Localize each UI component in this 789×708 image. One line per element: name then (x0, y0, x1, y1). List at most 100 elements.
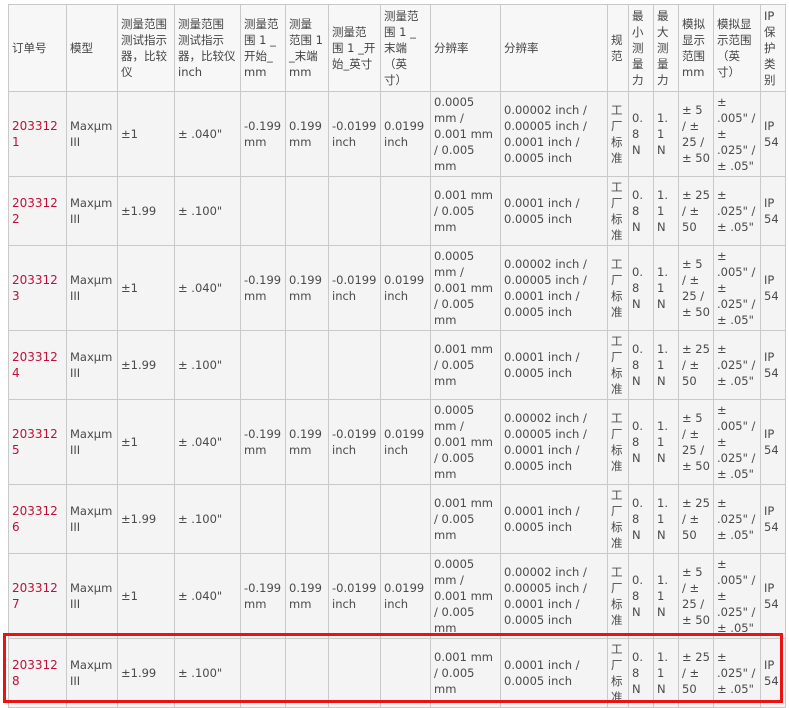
cell-model: Maxµm III (66, 553, 118, 639)
header-ip-class[interactable]: IP 保 护 类 别 (760, 4, 786, 92)
order-number-link[interactable]: 2033125 (8, 399, 67, 485)
cell-resolution-mm: 0.0005 mm / 0.001 mm / 0.005 mm (430, 553, 501, 639)
order-number-link[interactable]: 2033123 (8, 245, 67, 331)
cell-range1-end-inch (380, 176, 431, 246)
header-model[interactable]: 模型 (66, 4, 118, 92)
order-number-link[interactable]: 2033128 (8, 638, 67, 708)
cell-min-force: 0.8 N (628, 245, 654, 331)
table-row[interactable]: 2033121 Maxµm III ±1 ± .040" -0.199 mm 0… (8, 91, 786, 177)
cell-max-force: 1.1 N (653, 399, 679, 485)
order-number-link[interactable]: 2033121 (8, 91, 67, 177)
cell-model: Maxµm III (66, 638, 118, 708)
cell-analog-range-inch: ± .025" / ± .05" (713, 176, 761, 246)
cell-range-inch: ± .040" (174, 553, 241, 639)
header-range1-end-mm[interactable]: 测量 范围 1 _末端 mm (285, 4, 329, 92)
cell-resolution-mm: 0.0005 mm / 0.001 mm / 0.005 mm (430, 399, 501, 485)
cell-range1-end-mm: 0.199 mm (285, 91, 329, 177)
header-range-inch[interactable]: 测量范围 测试指示器，比较仪 inch (174, 4, 241, 92)
cell-analog-range-inch: ± .025" / ± .05" (713, 330, 761, 400)
header-resolution-mm[interactable]: 分辨率 (430, 4, 501, 92)
cell-min-force: 0.8 N (628, 553, 654, 639)
cell-range1-end-mm: 0.199 mm (285, 245, 329, 331)
cell-range1-end-mm (285, 484, 329, 554)
header-max-force[interactable]: 最 大 测 量 力 (653, 4, 679, 92)
cell-min-force: 0.8 N (628, 176, 654, 246)
cell-range1-end-inch: 0.0199 inch (380, 399, 431, 485)
cell-max-force: 1.1 N (653, 484, 679, 554)
header-range-mm[interactable]: 测量范围 测试指示器，比较仪 (117, 4, 175, 92)
cell-range-inch: ± .100" (174, 176, 241, 246)
cell-range-mm: ±1 (117, 91, 175, 177)
cell-range1-start-inch: -0.0199 inch (328, 245, 381, 331)
header-analog-range-inch[interactable]: 模拟显 示范围 （英 寸） (713, 4, 761, 92)
cell-analog-range-mm: ± 25 / ± 50 (678, 638, 714, 708)
cell-range-inch: ± .100" (174, 638, 241, 708)
cell-resolution-mm: 0.001 mm / 0.005 mm (430, 330, 501, 400)
order-number-link[interactable]: 2033126 (8, 484, 67, 554)
cell-range1-start-inch: -0.0199 inch (328, 553, 381, 639)
header-resolution-inch[interactable]: 分辨率 (500, 4, 608, 92)
cell-spec: 工厂标准 (607, 638, 629, 708)
header-range1-start-mm[interactable]: 测量范 围 1 _开始_ mm (240, 4, 286, 92)
cell-resolution-inch: 0.00002 inch / 0.00005 inch / 0.0001 inc… (500, 245, 608, 331)
cell-range-mm: ±1.99 (117, 638, 175, 708)
cell-resolution-inch: 0.00002 inch / 0.00005 inch / 0.0001 inc… (500, 399, 608, 485)
cell-range1-end-inch (380, 330, 431, 400)
cell-spec: 工厂标准 (607, 245, 629, 331)
header-range1-start-inch[interactable]: 测量范 围 1 _开 始_英寸 (328, 4, 381, 92)
cell-range-mm: ±1.99 (117, 176, 175, 246)
cell-range1-start-inch (328, 638, 381, 708)
cell-model: Maxµm III (66, 245, 118, 331)
cell-max-force: 1.1 N (653, 176, 679, 246)
cell-range1-end-inch (380, 638, 431, 708)
cell-max-force: 1.1 N (653, 638, 679, 708)
cell-range1-start-mm (240, 484, 286, 554)
cell-ip-class: IP 54 (760, 176, 786, 246)
table-row[interactable]: 2033127 Maxµm III ±1 ± .040" -0.199 mm 0… (8, 553, 786, 639)
cell-analog-range-inch: ± .025" / ± .05" (713, 638, 761, 708)
header-range1-end-inch[interactable]: 测量范 围 1 _ 末端 （英 寸） (380, 4, 431, 92)
cell-min-force: 0.8 N (628, 330, 654, 400)
cell-range1-start-mm: -0.199 mm (240, 399, 286, 485)
cell-min-force: 0.8 N (628, 638, 654, 708)
cell-resolution-inch: 0.0001 inch / 0.0005 inch (500, 330, 608, 400)
cell-resolution-mm: 0.0005 mm / 0.001 mm / 0.005 mm (430, 91, 501, 177)
cell-analog-range-mm: ± 25 / ± 50 (678, 176, 714, 246)
cell-analog-range-inch: ± .005" / ± .025" / ± .05" (713, 245, 761, 331)
product-spec-table: 订单号 模型 测量范围 测试指示器，比较仪 测量范围 测试指示器，比较仪 inc… (8, 4, 786, 708)
table-row[interactable]: 2033122 Maxµm III ±1.99 ± .100" 0.001 mm… (8, 176, 786, 246)
cell-range-mm: ±1 (117, 245, 175, 331)
cell-analog-range-inch: ± .005" / ± .025" / ± .05" (713, 91, 761, 177)
cell-range1-end-inch: 0.0199 inch (380, 91, 431, 177)
order-number-link[interactable]: 2033124 (8, 330, 67, 400)
cell-range1-start-inch (328, 484, 381, 554)
order-number-link[interactable]: 2033122 (8, 176, 67, 246)
cell-max-force: 1.1 N (653, 245, 679, 331)
header-spec[interactable]: 规 范 (607, 4, 629, 92)
cell-range1-end-inch (380, 484, 431, 554)
cell-min-force: 0.8 N (628, 484, 654, 554)
table-row[interactable]: 2033123 Maxµm III ±1 ± .040" -0.199 mm 0… (8, 245, 786, 331)
order-number-link[interactable]: 2033127 (8, 553, 67, 639)
cell-analog-range-mm: ± 5 / ± 25 / ± 50 (678, 399, 714, 485)
cell-max-force: 1.1 N (653, 91, 679, 177)
table-row[interactable]: 2033124 Maxµm III ±1.99 ± .100" 0.001 mm… (8, 330, 786, 400)
header-analog-range-mm[interactable]: 模拟 显示 范围 mm (678, 4, 714, 92)
cell-range1-end-mm (285, 330, 329, 400)
cell-range-mm: ±1.99 (117, 330, 175, 400)
header-min-force[interactable]: 最 小 测 量 力 (628, 4, 654, 92)
cell-range-mm: ±1 (117, 399, 175, 485)
cell-max-force: 1.1 N (653, 553, 679, 639)
cell-range-inch: ± .040" (174, 91, 241, 177)
cell-range1-start-mm (240, 176, 286, 246)
cell-ip-class: IP 54 (760, 638, 786, 708)
table-row[interactable]: 2033126 Maxµm III ±1.99 ± .100" 0.001 mm… (8, 484, 786, 554)
header-order-number[interactable]: 订单号 (8, 4, 67, 92)
cell-range-inch: ± .100" (174, 484, 241, 554)
cell-analog-range-mm: ± 25 / ± 50 (678, 484, 714, 554)
table-row-highlighted[interactable]: 2033128 Maxµm III ±1.99 ± .100" 0.001 mm… (8, 638, 786, 708)
table-row[interactable]: 2033125 Maxµm III ±1 ± .040" -0.199 mm 0… (8, 399, 786, 485)
cell-resolution-mm: 0.0005 mm / 0.001 mm / 0.005 mm (430, 245, 501, 331)
cell-model: Maxµm III (66, 330, 118, 400)
cell-resolution-inch: 0.0001 inch / 0.0005 inch (500, 176, 608, 246)
